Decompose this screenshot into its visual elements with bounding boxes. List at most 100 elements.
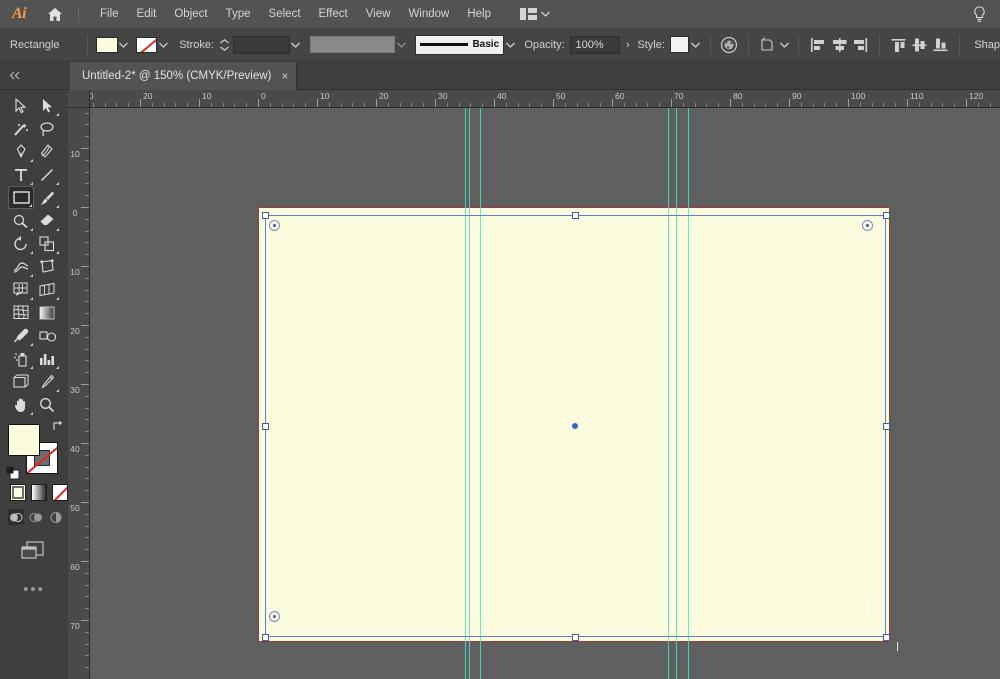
- opacity-input[interactable]: 100%: [569, 35, 621, 54]
- style-chevron-down-icon[interactable]: [689, 37, 702, 53]
- arrange-documents-button[interactable]: [514, 5, 556, 23]
- anchor-bottom-center[interactable]: [572, 634, 579, 641]
- brush-definition-selector[interactable]: Basic: [415, 34, 505, 55]
- zoom-tool[interactable]: [34, 393, 60, 416]
- width-tool[interactable]: [8, 255, 34, 278]
- anchor-top-center[interactable]: [572, 212, 579, 219]
- eyedropper-tool[interactable]: [8, 324, 34, 347]
- gradient-mode-button[interactable]: [31, 484, 47, 501]
- close-icon[interactable]: ×: [281, 70, 288, 82]
- shape-properties-label[interactable]: Shap: [974, 39, 1000, 51]
- home-icon[interactable]: [38, 0, 72, 28]
- menu-help[interactable]: Help: [458, 3, 500, 25]
- document-tab[interactable]: Untitled-2* @ 150% (CMYK/Preview) ×: [70, 62, 298, 90]
- recolor-artwork-icon[interactable]: [719, 34, 740, 56]
- magic-wand-tool[interactable]: [8, 117, 34, 140]
- rectangle-tool[interactable]: [8, 186, 34, 209]
- anchor-top-right[interactable]: [883, 212, 890, 219]
- menu-window[interactable]: Window: [399, 3, 458, 25]
- ruler-tick: [317, 99, 318, 107]
- draw-inside-button[interactable]: [48, 509, 64, 525]
- align-right-icon[interactable]: [850, 34, 871, 56]
- align-bottom-icon[interactable]: [930, 34, 951, 56]
- menu-type[interactable]: Type: [217, 3, 260, 25]
- align-horizontal-center-icon[interactable]: [829, 34, 850, 56]
- scale-tool[interactable]: [34, 232, 60, 255]
- opacity-options-button[interactable]: ›: [626, 39, 630, 51]
- mesh-tool[interactable]: [8, 301, 34, 324]
- collapse-panel-icon[interactable]: [4, 66, 26, 84]
- ruler-origin-corner[interactable]: [68, 90, 90, 108]
- type-tool[interactable]: [8, 163, 34, 186]
- vertical-ruler[interactable]: 20100102030405060708090100110: [68, 108, 90, 679]
- align-top-icon[interactable]: [888, 34, 909, 56]
- fill-proxy-swatch[interactable]: [8, 424, 40, 456]
- color-mode-button[interactable]: [10, 484, 26, 501]
- anchor-middle-left[interactable]: [262, 423, 269, 430]
- fill-color-swatch[interactable]: [96, 36, 118, 53]
- variable-width-profile-input[interactable]: [309, 36, 395, 53]
- menu-view[interactable]: View: [357, 3, 400, 25]
- chevron-up-icon: [219, 38, 229, 43]
- stroke-weight-chevron-down-icon[interactable]: [290, 37, 303, 53]
- document-canvas[interactable]: ): [90, 108, 1000, 679]
- menu-effect[interactable]: Effect: [310, 3, 357, 25]
- variable-width-chevron-down-icon[interactable]: [395, 37, 408, 53]
- perspective-grid-tool[interactable]: [34, 278, 60, 301]
- stroke-weight-stepper[interactable]: [219, 36, 230, 54]
- live-corner-widget-top-right[interactable]: [862, 220, 873, 231]
- ruler-tick-minor: [741, 103, 743, 107]
- line-segment-tool[interactable]: [34, 163, 60, 186]
- draw-normal-button[interactable]: [8, 509, 24, 525]
- graphic-style-swatch[interactable]: [669, 36, 690, 53]
- stroke-swatch-chevron-down-icon[interactable]: [157, 37, 170, 53]
- align-left-icon[interactable]: [807, 34, 828, 56]
- default-fill-stroke-icon[interactable]: [6, 466, 20, 480]
- ruler-label: 40: [70, 444, 80, 454]
- menu-edit[interactable]: Edit: [128, 3, 166, 25]
- paintbrush-tool[interactable]: [34, 186, 60, 209]
- align-vertical-center-icon[interactable]: [909, 34, 930, 56]
- anchor-top-left[interactable]: [262, 212, 269, 219]
- rotate-tool[interactable]: [8, 232, 34, 255]
- horizontal-ruler[interactable]: 4030201001020304050607080901001101201301…: [90, 90, 1000, 108]
- free-transform-tool[interactable]: [34, 255, 60, 278]
- slice-tool[interactable]: [34, 370, 60, 393]
- fill-swatch-chevron-down-icon[interactable]: [118, 37, 131, 53]
- transform-icon[interactable]: [757, 34, 778, 56]
- transform-chevron-down-icon[interactable]: [778, 37, 791, 53]
- stroke-color-swatch[interactable]: [135, 36, 158, 53]
- lasso-tool[interactable]: [34, 117, 60, 140]
- anchor-middle-right[interactable]: [883, 423, 890, 430]
- selection-tool[interactable]: [8, 94, 34, 117]
- menu-object[interactable]: Object: [165, 3, 216, 25]
- draw-behind-button[interactable]: [28, 509, 44, 525]
- artboard-tool[interactable]: [8, 370, 34, 393]
- stroke-weight-input[interactable]: [233, 35, 290, 54]
- shaper-tool[interactable]: [8, 209, 34, 232]
- brush-chevron-down-icon[interactable]: [504, 37, 517, 53]
- blend-tool[interactable]: [34, 324, 60, 347]
- shape-builder-tool[interactable]: [8, 278, 34, 301]
- swap-fill-stroke-icon[interactable]: [52, 420, 66, 434]
- anchor-bottom-right[interactable]: [883, 634, 890, 641]
- edit-toolbar-icon[interactable]: •••: [0, 563, 68, 598]
- hand-tool[interactable]: [8, 393, 34, 416]
- direct-selection-tool[interactable]: [34, 94, 60, 117]
- ruler-tick-minor: [564, 103, 566, 107]
- menu-file[interactable]: File: [91, 3, 128, 25]
- lightbulb-icon[interactable]: [973, 6, 986, 23]
- live-corner-widget-top-left[interactable]: [269, 220, 280, 231]
- none-mode-button[interactable]: [52, 484, 68, 501]
- column-graph-tool[interactable]: [34, 347, 60, 370]
- curvature-tool[interactable]: [34, 140, 60, 163]
- symbol-sprayer-tool[interactable]: [8, 347, 34, 370]
- ruler-tick: [258, 99, 259, 107]
- live-corner-widget-bottom-left[interactable]: [269, 611, 280, 622]
- gradient-tool[interactable]: [34, 301, 60, 324]
- menu-select[interactable]: Select: [260, 3, 310, 25]
- change-screen-mode-icon[interactable]: [0, 525, 68, 563]
- pen-tool[interactable]: [8, 140, 34, 163]
- anchor-bottom-left[interactable]: [262, 634, 269, 641]
- eraser-tool[interactable]: [34, 209, 60, 232]
